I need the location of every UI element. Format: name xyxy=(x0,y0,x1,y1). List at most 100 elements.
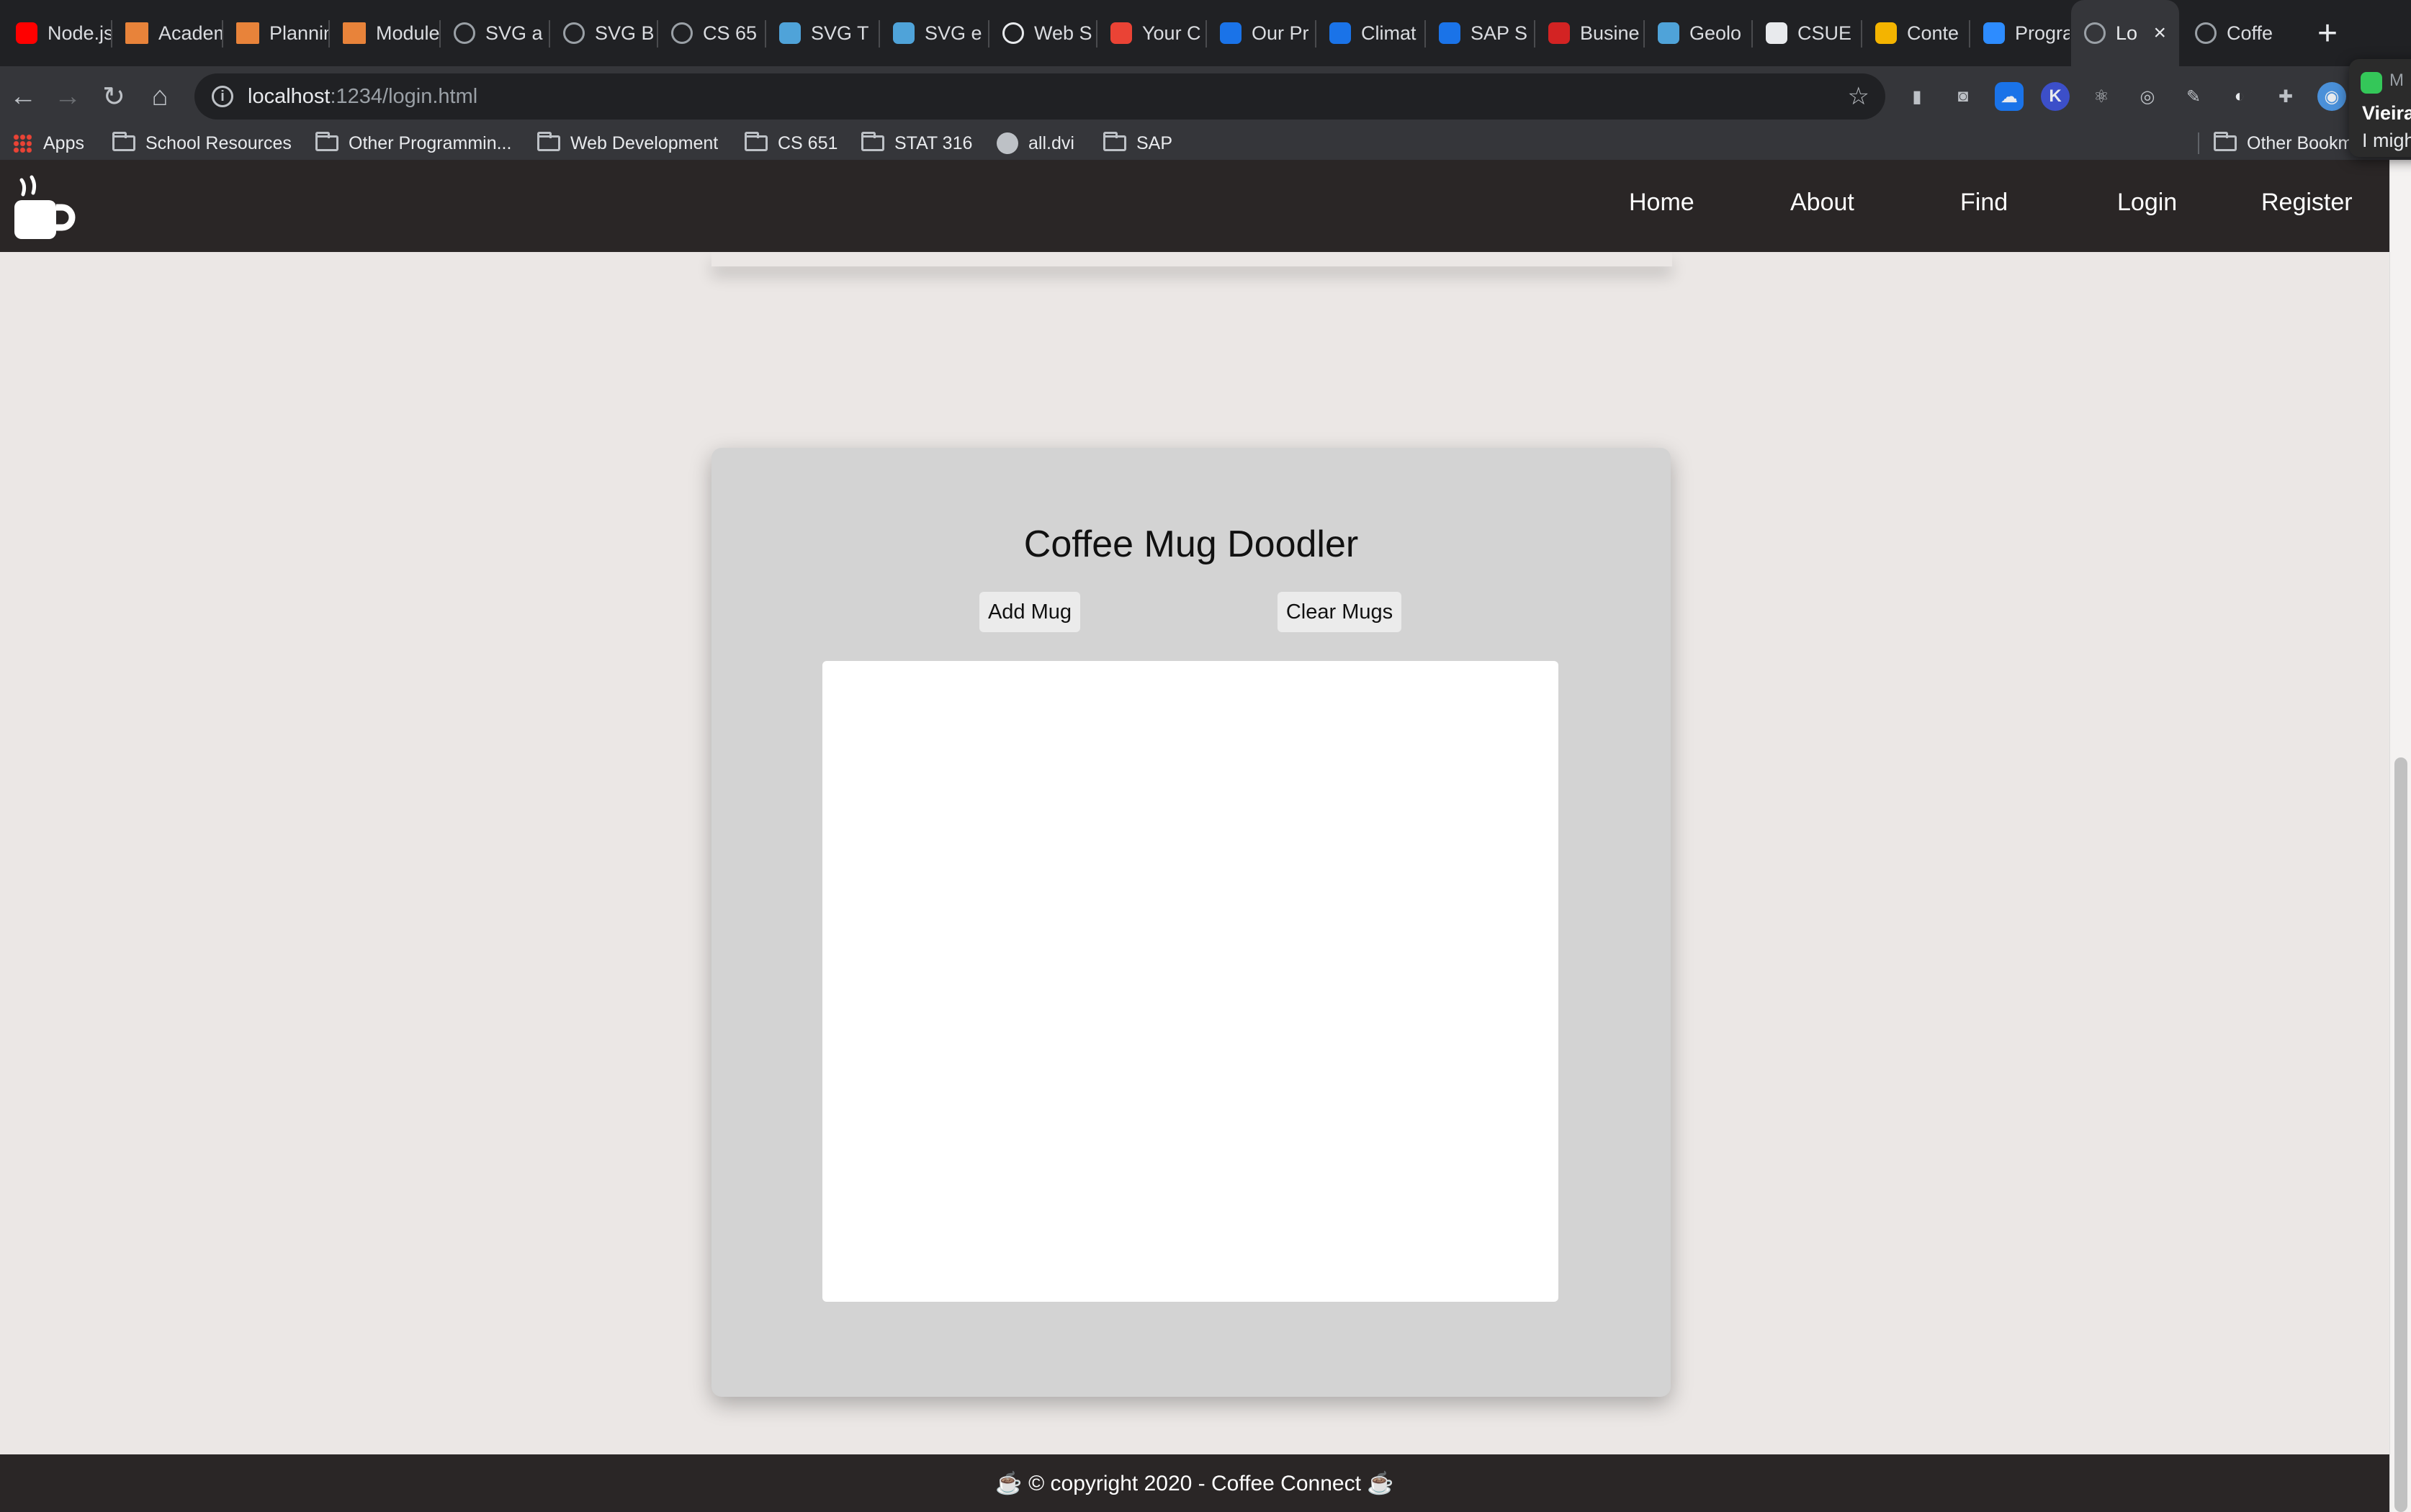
previous-card-shadow xyxy=(711,252,1672,266)
page-scrollbar[interactable] xyxy=(2389,160,2411,1512)
bookmark-label: Other Programmin... xyxy=(349,132,512,153)
tab-close-icon[interactable]: × xyxy=(2153,21,2166,45)
tab-6[interactable]: CS 65 xyxy=(658,0,765,66)
address-bar[interactable]: i localhost:1234/login.html ☆ xyxy=(194,73,1885,120)
nav-login-link[interactable]: Login xyxy=(2117,189,2177,217)
site-info-icon[interactable]: i xyxy=(212,86,233,107)
tab-title: SAP S xyxy=(1471,22,1528,44)
bookmarks-bar: Apps School Resources Other Programmin..… xyxy=(0,127,2411,160)
bookmark-icon xyxy=(125,22,148,44)
tab-11[interactable]: Our Pr xyxy=(1207,0,1315,66)
doc-icon xyxy=(779,22,801,44)
folder-icon xyxy=(537,132,560,151)
tab-title: Our Pr xyxy=(1252,22,1309,44)
tab-5[interactable]: SVG B xyxy=(550,0,657,66)
notification-sender: Vieira xyxy=(2362,102,2411,124)
bookmark-label: Apps xyxy=(43,132,84,153)
tab-15[interactable]: Geolo xyxy=(1645,0,1751,66)
pen-extension-icon[interactable]: ✎ xyxy=(2179,82,2208,111)
bookmark-cs-651[interactable]: CS 651 xyxy=(745,127,838,160)
scrollbar-thumb[interactable] xyxy=(2394,757,2407,1512)
tab-title: Node.js xyxy=(48,22,111,44)
bookmark-web-development[interactable]: Web Development xyxy=(537,127,718,160)
reload-icon[interactable]: ↻ xyxy=(91,73,137,120)
folder-icon xyxy=(745,132,768,151)
footer-copyright: ☕ © copyright 2020 - Coffee Connect ☕ xyxy=(995,1471,1394,1495)
office-extension-icon[interactable]: ▮ xyxy=(1903,82,1931,111)
new-tab-button[interactable]: + xyxy=(2304,10,2351,56)
bookmark-other-programming[interactable]: Other Programmin... xyxy=(315,127,511,160)
camera-extension-icon[interactable]: ◙ xyxy=(1949,82,1977,111)
bookmark-sap[interactable]: SAP xyxy=(1103,127,1172,160)
nav-about-link[interactable]: About xyxy=(1790,189,1854,217)
bookmark-icon xyxy=(343,22,366,44)
globe-icon xyxy=(671,22,693,44)
tab-9[interactable]: Web S xyxy=(989,0,1096,66)
tab-18[interactable]: Progra xyxy=(1970,0,2070,66)
tab-4[interactable]: SVG a xyxy=(441,0,549,66)
tab-8[interactable]: SVG e xyxy=(880,0,988,66)
tab-10[interactable]: Your C xyxy=(1097,0,1206,66)
url-text[interactable]: localhost:1234/login.html xyxy=(248,85,477,109)
nav-register-link[interactable]: Register xyxy=(2261,189,2353,217)
bookmark-apps[interactable]: Apps xyxy=(13,127,84,160)
folder-icon xyxy=(1103,132,1126,151)
tab-title: Busine xyxy=(1580,22,1640,44)
bookmark-stat-316[interactable]: STAT 316 xyxy=(861,127,972,160)
globe-icon xyxy=(1002,22,1024,44)
tab-1[interactable]: Academic xyxy=(112,0,222,66)
k-extension-icon[interactable]: K xyxy=(2041,82,2070,111)
bookmark-all-dvi[interactable]: all.dvi xyxy=(997,127,1074,160)
doodler-title: Coffee Mug Doodler xyxy=(1023,523,1359,565)
tab-title: Conte xyxy=(1907,22,1959,44)
bookmark-star-icon[interactable]: ☆ xyxy=(1848,82,1869,111)
tab-title: Coffe xyxy=(2227,22,2273,44)
nav-find-link[interactable]: Find xyxy=(1960,189,2008,217)
extensions-puzzle-icon[interactable]: ✚ xyxy=(2271,82,2300,111)
tab-title: Planning xyxy=(269,22,328,44)
tab-20[interactable]: Coffe xyxy=(2182,0,2289,66)
globe-icon xyxy=(563,22,585,44)
bookmarks-divider xyxy=(2198,132,2199,154)
forward-icon[interactable]: → xyxy=(45,73,91,120)
site-navbar: Home About Find Login Register xyxy=(0,160,2389,252)
target-extension-icon[interactable]: ◎ xyxy=(2133,82,2162,111)
home-icon[interactable]: ⌂ xyxy=(137,73,183,120)
tab-0[interactable]: Node.js xyxy=(3,0,111,66)
cloud-extension-icon[interactable]: ☁ xyxy=(1995,82,2024,111)
tab-19[interactable]: Lo × xyxy=(2071,0,2179,66)
site-footer: ☕ © copyright 2020 - Coffee Connect ☕ xyxy=(0,1454,2389,1512)
browser-toolbar: ← → ↻ ⌂ i localhost:1234/login.html ☆ ▮ … xyxy=(0,66,2411,127)
doc-icon xyxy=(893,22,915,44)
back-icon[interactable]: ← xyxy=(0,73,46,120)
tab-title: CSUE xyxy=(1797,22,1852,44)
coffee-mug-logo-icon[interactable] xyxy=(12,170,76,242)
tab-7[interactable]: SVG T xyxy=(766,0,879,66)
nav-home-link[interactable]: Home xyxy=(1629,189,1694,217)
bookmark-other-bookmarks[interactable]: Other Bookm xyxy=(2214,127,2353,160)
contrast-extension-icon[interactable]: ◐ xyxy=(2225,82,2254,111)
tab-13[interactable]: SAP S xyxy=(1426,0,1534,66)
message-notification[interactable]: M Vieira I migh xyxy=(2349,59,2411,157)
add-mug-button[interactable]: Add Mug xyxy=(979,592,1080,632)
bookmark-label: STAT 316 xyxy=(894,132,973,153)
doodler-card: Coffee Mug Doodler Add Mug Clear Mugs xyxy=(711,448,1671,1397)
tab-14[interactable]: Busine xyxy=(1535,0,1643,66)
react-extension-icon[interactable]: ⚛ xyxy=(2087,82,2116,111)
doodle-canvas[interactable] xyxy=(822,661,1558,1302)
tab-2[interactable]: Planning xyxy=(223,0,328,66)
tab-17[interactable]: Conte xyxy=(1862,0,1969,66)
yelp-icon xyxy=(1548,22,1570,44)
notification-message: I migh xyxy=(2362,130,2411,151)
tab-16[interactable]: CSUE xyxy=(1753,0,1861,66)
tab-12[interactable]: Climat xyxy=(1316,0,1424,66)
tab-title: Geolo xyxy=(1689,22,1742,44)
pencil-icon xyxy=(1875,22,1897,44)
youtube-icon xyxy=(16,22,37,44)
tab-title: SVG a xyxy=(485,22,543,44)
clear-mugs-button[interactable]: Clear Mugs xyxy=(1278,592,1401,632)
tab-3[interactable]: Module xyxy=(330,0,439,66)
bookmark-label: School Resources xyxy=(145,132,292,153)
profile-avatar[interactable]: ◉ xyxy=(2317,82,2346,111)
bookmark-school-resources[interactable]: School Resources xyxy=(112,127,292,160)
